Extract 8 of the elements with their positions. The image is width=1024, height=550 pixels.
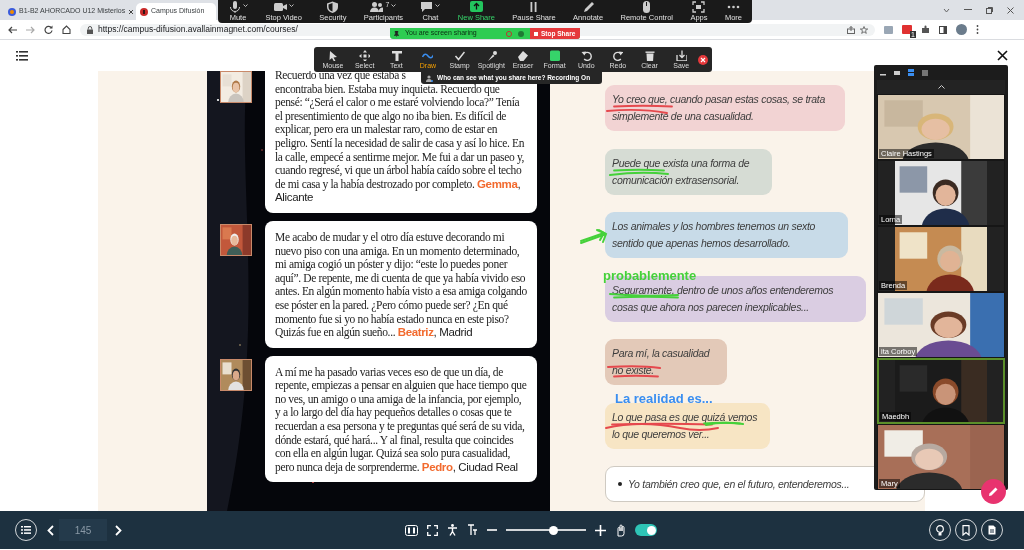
page-field[interactable]: 145: [59, 519, 107, 541]
speech-bubble: Para mí, la casualidad no existe.: [605, 339, 727, 385]
speech-bubble: Lo que pasa es que quizá vemos lo que queremos ver...: [605, 402, 770, 449]
url-text: https://campus-difusion.avallainmagnet.com/courses/: [98, 23, 298, 36]
speech-bubble: Puede que exista una forma de comunicación extrasensorial.: [605, 148, 772, 195]
speech-bubble: Los animales y los hombres tenemos un sexto sentido que apenas hemos desarrollado.: [605, 212, 848, 258]
speech-bubble: Yo creo que, cuando pasan estas cosas, se trata simplemente de una casualidad.: [605, 85, 845, 131]
annotation-text: probablemente: [603, 267, 697, 285]
